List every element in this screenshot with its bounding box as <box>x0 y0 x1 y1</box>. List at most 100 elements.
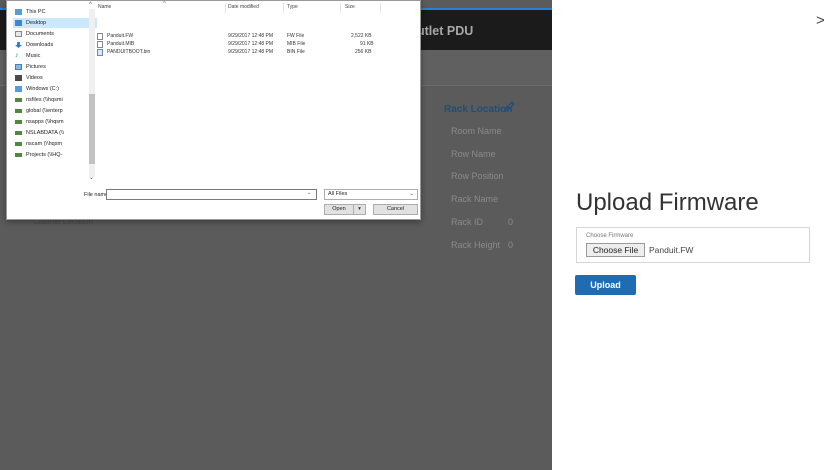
binary-file-icon <box>97 49 103 56</box>
nav-item-nsapps[interactable]: nsapps (\\hqsm <box>13 117 97 127</box>
file-name-input[interactable] <box>106 189 317 200</box>
nav-item-windows-c[interactable]: Windows (C:) <box>13 84 97 94</box>
nav-item-label: Pictures <box>26 64 46 70</box>
nav-item-label: Music <box>26 53 41 59</box>
nav-item-label: global (\\enterp <box>26 108 63 114</box>
file-icon <box>97 41 103 48</box>
nav-item-label: Windows (C:) <box>26 86 60 92</box>
row-position-label: Row Position <box>451 171 504 181</box>
nav-item-label: nscam (\\hqsm <box>26 141 63 147</box>
nav-item-projects[interactable]: Projects (\\HQ- <box>13 150 97 160</box>
column-divider <box>340 3 341 13</box>
drive-icon <box>15 86 22 92</box>
file-type-selected: All Files <box>328 191 348 197</box>
file-row[interactable]: PANDUITBOOT.bin 9/29/2017 12:48 PM BIN F… <box>95 49 371 57</box>
nav-item-label: nsapps (\\hqsm <box>26 119 64 125</box>
document-icon <box>15 31 22 37</box>
open-dropdown-button[interactable]: ▾ <box>353 204 366 215</box>
column-header-type[interactable]: Type <box>287 4 298 10</box>
nav-item-global[interactable]: global (\\enterp <box>13 106 97 116</box>
file-date: 9/29/2017 12:48 PM <box>228 33 274 39</box>
nav-item-downloads[interactable]: Downloads <box>13 40 97 50</box>
rack-id-value: 0 <box>508 217 514 227</box>
scroll-thumb[interactable] <box>89 94 95 164</box>
nav-item-nslabdata[interactable]: NSLABDATA (\\ <box>13 128 97 138</box>
choose-firmware-label: Choose Firmware <box>586 233 634 239</box>
page-header-title: utlet PDU <box>417 24 474 38</box>
video-icon <box>15 75 22 81</box>
picture-icon <box>15 64 22 70</box>
file-size: 256 KB <box>355 49 372 55</box>
network-drive-icon <box>15 109 22 113</box>
nav-item-videos[interactable]: Videos <box>13 73 97 83</box>
rack-height-value: 0 <box>508 240 514 250</box>
nav-item-music[interactable]: ♪ Music <box>13 51 97 61</box>
pencil-edit-icon[interactable] <box>503 101 515 113</box>
column-header-size[interactable]: Size <box>345 4 355 10</box>
upload-button[interactable]: Upload <box>575 275 636 295</box>
rack-id-label: Rack ID <box>451 217 484 227</box>
navigation-pane: This PC Desktop Documents Downloads ♪ Mu… <box>11 1 97 181</box>
dialog-footer: File name: ⌄ All Files ⌄ Open ▾ Cancel <box>7 184 420 220</box>
file-name: Panduit.FW <box>107 33 134 39</box>
row-name-label: Row Name <box>451 149 496 159</box>
network-drive-icon <box>15 98 22 102</box>
nav-item-label: Desktop <box>26 20 47 26</box>
nav-item-this-pc[interactable]: This PC <box>13 7 97 17</box>
page-title: Upload Firmware <box>576 189 759 216</box>
column-header-name[interactable]: Name <box>98 4 111 10</box>
file-size: 91 KB <box>360 41 374 47</box>
file-type: MIB File <box>287 41 306 47</box>
scroll-up-icon[interactable]: ^ <box>89 2 92 8</box>
caret-down-icon: ▾ <box>358 206 361 212</box>
network-drive-icon <box>15 131 22 135</box>
file-name: Panduit.MIB <box>107 41 135 47</box>
firmware-chooser: Choose Firmware Choose File Panduit.FW <box>576 227 810 263</box>
file-type: FW File <box>287 33 305 39</box>
cancel-button[interactable]: Cancel <box>373 204 418 215</box>
nav-item-label: NSLABDATA (\\ <box>26 130 65 136</box>
folder-icon <box>15 20 22 26</box>
choose-file-button[interactable]: Choose File <box>586 243 645 257</box>
column-divider <box>283 3 284 13</box>
file-date: 9/29/2017 12:48 PM <box>228 41 274 47</box>
file-type-select[interactable]: All Files ⌄ <box>324 189 418 200</box>
column-divider <box>225 3 226 13</box>
chosen-file-name: Panduit.FW <box>649 245 694 255</box>
sort-ascending-icon: ^ <box>163 1 166 7</box>
close-panel-icon[interactable]: > <box>816 13 824 28</box>
room-name-label: Room Name <box>451 126 502 136</box>
rack-height-label: Rack Height <box>451 240 501 250</box>
chevron-down-icon[interactable]: ⌄ <box>307 190 312 196</box>
network-drive-icon <box>15 153 22 157</box>
nav-item-label: Downloads <box>26 42 54 48</box>
nav-item-nscam[interactable]: nscam (\\hqsm <box>13 139 97 149</box>
file-name: PANDUITBOOT.bin <box>107 49 151 55</box>
rack-name-label: Rack Name <box>451 194 499 204</box>
nav-item-label: Projects (\\HQ- <box>26 152 63 158</box>
nav-item-nsfiles[interactable]: nsfiles (\\hqsmi <box>13 95 97 105</box>
music-icon: ♪ <box>15 52 19 59</box>
file-type: BIN File <box>287 49 305 55</box>
column-divider <box>380 3 381 13</box>
upload-firmware-panel: > Upload Firmware Choose Firmware Choose… <box>552 0 824 470</box>
scroll-down-icon[interactable]: ⌄ <box>89 174 94 181</box>
nav-item-label: This PC <box>26 9 46 15</box>
file-row[interactable]: Panduit.MIB 9/29/2017 12:48 PM MIB File … <box>95 41 374 49</box>
open-button-label: Open <box>332 206 346 212</box>
pc-icon <box>15 9 22 15</box>
nav-item-documents[interactable]: Documents <box>13 29 97 39</box>
file-size: 2,522 KB <box>351 33 372 39</box>
nav-item-pictures[interactable]: Pictures <box>13 62 97 72</box>
network-drive-icon <box>15 142 22 146</box>
file-icon <box>97 33 103 40</box>
file-row[interactable]: Panduit.FW 9/29/2017 12:48 PM FW File 2,… <box>95 33 372 41</box>
nav-item-label: Videos <box>26 75 43 81</box>
chevron-down-icon: ⌄ <box>409 191 414 197</box>
nav-item-label: Documents <box>26 31 54 37</box>
nav-item-label: nsfiles (\\hqsmi <box>26 97 63 103</box>
file-date: 9/29/2017 12:48 PM <box>228 49 274 55</box>
nav-item-desktop[interactable]: Desktop <box>13 18 97 28</box>
column-header-date[interactable]: Date modified <box>228 4 259 10</box>
file-open-dialog: This PC Desktop Documents Downloads ♪ Mu… <box>6 0 421 220</box>
